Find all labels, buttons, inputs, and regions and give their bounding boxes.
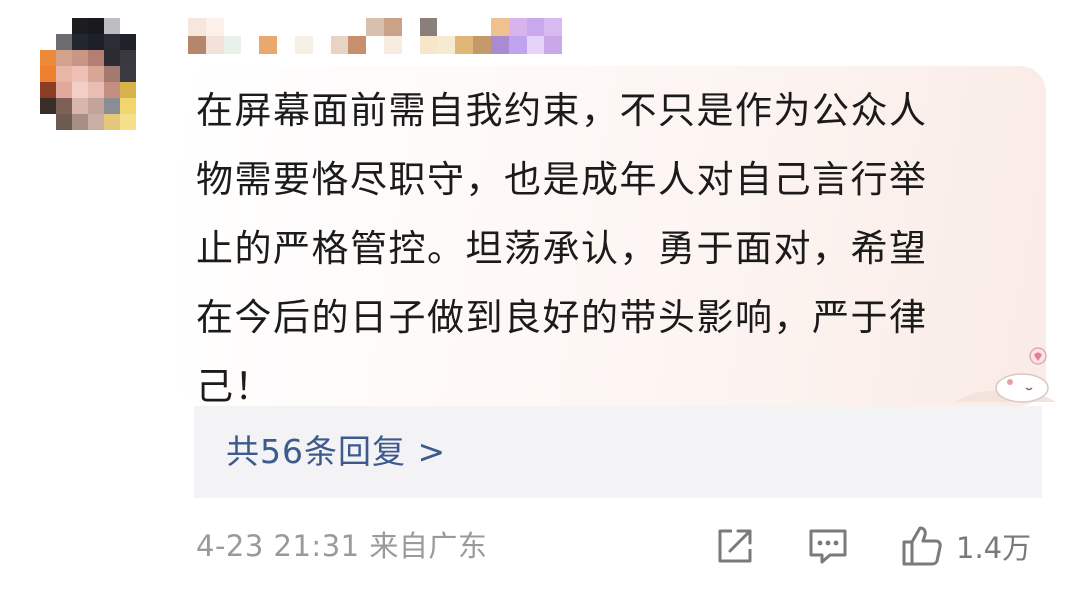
- comment-button[interactable]: [806, 522, 850, 570]
- comment-icon: [809, 529, 847, 564]
- username[interactable]: [188, 18, 580, 54]
- like-button[interactable]: 1.4万: [900, 522, 1031, 570]
- comment-text: 在屏幕面前需自我约束，不只是作为公众人 物需要恪尽职守，也是成年人对自己言行举 …: [196, 89, 928, 408]
- replies-box[interactable]: 共56条回复 >: [194, 406, 1042, 498]
- thumbs-up-icon: [902, 526, 942, 566]
- share-icon: [718, 529, 752, 563]
- comment-meta: 4-23 21:31 来自广东: [196, 529, 488, 563]
- like-count: 1.4万: [956, 531, 1032, 565]
- view-replies-link[interactable]: 共56条回复 >: [226, 406, 446, 498]
- avatar[interactable]: [40, 18, 152, 130]
- share-button[interactable]: [714, 522, 756, 570]
- cat-sticker-icon: [956, 347, 1056, 403]
